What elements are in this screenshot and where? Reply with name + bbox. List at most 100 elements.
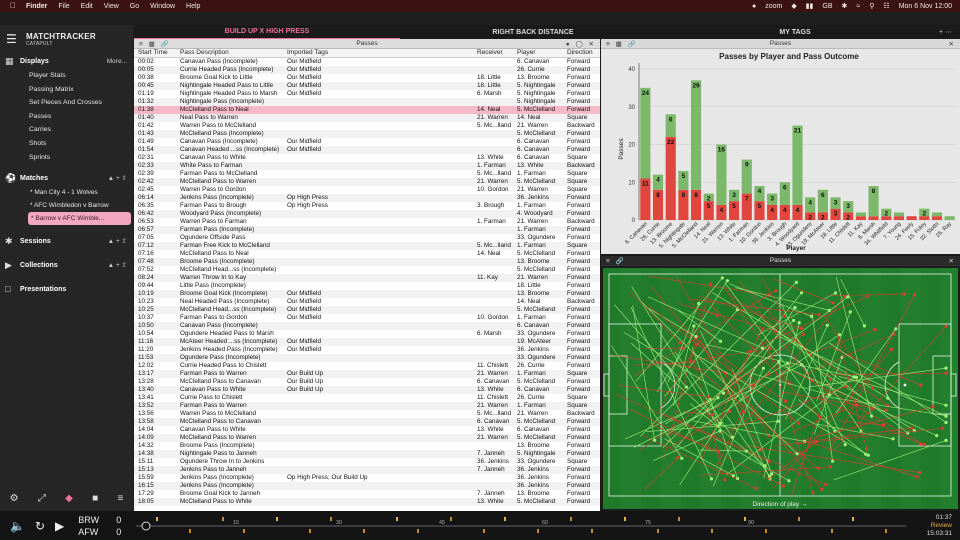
timeline-event-marker[interactable] [330, 517, 332, 521]
tab-build-up-high-press[interactable]: BUILD UP X HIGH PRESS [134, 25, 400, 39]
timeline-event-marker[interactable] [831, 529, 833, 533]
display-carries[interactable]: Carries [0, 123, 133, 137]
table-row[interactable]: 01:43 McClelland Pass (Incomplete) 5. McCl… [134, 130, 600, 138]
table-row[interactable]: 01:54 Canavan Headed ...ss (Incomplete) Ou… [134, 146, 600, 154]
timeline-event-marker[interactable] [417, 529, 419, 533]
table-row[interactable]: 13:52 Farman Pass to Warren 21. Warren 1. F… [134, 402, 600, 410]
add-tab-icon[interactable]: + ⋯ [924, 25, 960, 39]
table-row[interactable]: 01:40 Neal Pass to Warren 21. Warren 14. Ne… [134, 114, 600, 122]
search-icon[interactable]: ⚲ [869, 2, 874, 10]
menu-edit[interactable]: Edit [81, 3, 93, 10]
timeline-event-marker[interactable] [450, 517, 452, 521]
timeline-event-marker[interactable] [765, 529, 767, 533]
table-row[interactable]: 07:05 Ogundere Offside Pass 33. Ogundere Fo… [134, 234, 600, 242]
bar-complete[interactable] [893, 212, 905, 217]
timeline-event-marker[interactable] [657, 529, 659, 533]
keyboard-layout[interactable]: GB [822, 3, 832, 10]
match-item-selected[interactable]: * Barrow v AFC Wimble... [28, 212, 131, 226]
collections-actions-icon[interactable]: ▲ + ⇧ [108, 261, 127, 269]
timeline-event-marker[interactable] [363, 529, 365, 533]
table-row[interactable]: 02:39 Farman Pass to McClelland 5. Mc...ll… [134, 170, 600, 178]
table-row[interactable]: 13:58 McClelland Pass to Canavan 6. Canava… [134, 418, 600, 426]
table-row[interactable]: 07:52 McClelland Head...ss (Incomplete) 5.… [134, 266, 600, 274]
expand-icon[interactable]: ⤢ [38, 493, 46, 504]
display-passes[interactable]: Passes [0, 110, 133, 124]
timeline-event-marker[interactable] [276, 517, 278, 521]
menu-go[interactable]: Go [130, 3, 139, 10]
wifi-icon[interactable]: ≈ [856, 3, 860, 10]
pitch-panel-tools-icon[interactable]: ≡ 🔗 [606, 257, 626, 265]
table-row[interactable]: 15:59 Jenkins Pass (Incomplete) Op High Pr… [134, 474, 600, 482]
table-row[interactable]: 06:53 Warren Pass to Farman 1. Farman 21. W… [134, 218, 600, 226]
table-row[interactable]: 09:44 Little Pass (Incomplete) 18. Little F… [134, 282, 600, 290]
timeline-event-marker[interactable] [591, 529, 593, 533]
bar-complete[interactable] [690, 80, 702, 190]
collections-section[interactable]: ▶ Collections ▲ + ⇧ [0, 257, 133, 273]
timeline-event-marker[interactable] [222, 517, 224, 521]
table-row[interactable]: 10:50 Canavan Pass (Incomplete) 6. Canavan… [134, 322, 600, 330]
displays-section[interactable]: ▦ Displays More... [0, 53, 133, 69]
display-sprints[interactable]: Sprints [0, 151, 133, 165]
table-row[interactable]: 01:32 Nightingale Pass (Incomplete) 5. Nig… [134, 98, 600, 106]
col-pass-description[interactable]: Pass Description [176, 49, 283, 57]
table-row[interactable]: 01:38 McClelland Pass to Neal 14. Neal 5. M… [134, 106, 600, 114]
timeline-event-marker[interactable] [678, 517, 680, 521]
table-row[interactable]: 00:05 Currie Headed Pass (Incomplete) Our … [134, 66, 600, 74]
timeline-event-marker[interactable] [624, 517, 626, 521]
menu-window[interactable]: Window [150, 3, 175, 10]
tab-right-back-distance[interactable]: RIGHT BACK DISTANCE [400, 25, 666, 39]
settings-icon[interactable]: ⚙ [10, 493, 19, 504]
timeline-playhead[interactable] [141, 521, 151, 531]
display-passing-matrix[interactable]: Passing Matrix [0, 83, 133, 97]
bar-panel-controls-icon[interactable]: ✕ [949, 40, 956, 48]
table-row[interactable]: 10:19 Broome Goal Kick (Incomplete) Our Mi… [134, 290, 600, 298]
bar-chart[interactable]: Passes by Player and Pass Outcome Passes… [601, 49, 960, 254]
timeline-event-marker[interactable] [156, 517, 158, 521]
table-row[interactable]: 16:15 Jenkins Pass (Incomplete) 36. Jenkin… [134, 482, 600, 490]
matches-actions-icon[interactable]: ▲ + ⇧ [108, 174, 127, 182]
battery-icon[interactable]: ▮▮ [806, 2, 814, 10]
tab-my-tags[interactable]: MY TAGS [666, 25, 924, 39]
table-row[interactable]: 13:56 Warren Pass to McClelland 5. Mc...ll… [134, 410, 600, 418]
clock-text[interactable]: Mon 6 Nov 12:00 [899, 3, 952, 10]
table-row[interactable]: 07:12 Farman Free Kick to McClelland 5. Mc… [134, 242, 600, 250]
table-row[interactable]: 11:16 McAteer Headed ...ss (Incomplete) Ou… [134, 338, 600, 346]
timeline-event-marker[interactable] [711, 529, 713, 533]
timeline-event-marker[interactable] [744, 517, 746, 521]
sessions-actions-icon[interactable]: ▲ + ⇧ [108, 237, 127, 245]
table-row[interactable]: 11:53 Ogundere Pass (Incomplete) 33. Ogund… [134, 354, 600, 362]
camera-icon[interactable]: ■ [92, 493, 98, 504]
table-row[interactable]: 06:14 Jenkins Pass (Incomplete) Op High Pr… [134, 194, 600, 202]
bar-complete[interactable] [944, 216, 955, 220]
table-row[interactable]: 07:16 McClelland Pass to Neal 14. Neal 5. M… [134, 250, 600, 258]
apple-icon[interactable]:  [10, 1, 16, 10]
bar-complete[interactable] [716, 144, 727, 205]
bar-incomplete[interactable] [855, 216, 866, 220]
col-imported-tags[interactable]: Imported Tags [283, 49, 473, 57]
tag-icon[interactable]: ◆ [65, 493, 73, 504]
bar-complete[interactable] [931, 212, 943, 217]
table-row[interactable]: 02:45 Warren Pass to Gordon 10. Gordon 21. … [134, 186, 600, 194]
display-set-pieces[interactable]: Set Pieces And Crosses [0, 96, 133, 110]
table-row[interactable]: 10:54 Ogundere Headed Pass to Marsh 6. Mar… [134, 330, 600, 338]
display-player-stats[interactable]: Player Stats [0, 69, 133, 83]
col-receiver[interactable]: Receiver [473, 49, 513, 57]
table-panel-tools-icon[interactable]: ≡ ▦ 🔗 [139, 40, 171, 48]
table-row[interactable]: 13:17 Farman Pass to Warren Our Build Up 21… [134, 370, 600, 378]
table-row[interactable]: 00:38 Broome Goal Kick to Little Our Midfi… [134, 74, 600, 82]
table-row[interactable]: 07:48 Broome Pass (Incomplete) 13. Broome F… [134, 258, 600, 266]
table-row[interactable]: 02:33 White Pass to Farman 1. Farman 13. Wh… [134, 162, 600, 170]
table-row[interactable]: 06:42 Woodyard Pass (Incomplete) 4. Woodya… [134, 210, 600, 218]
col-player[interactable]: Player [513, 49, 563, 57]
table-row[interactable]: 15:13 Jenkins Pass to Janneh 7. Janneh 36. … [134, 466, 600, 474]
timeline-event-marker[interactable] [537, 529, 539, 533]
table-row[interactable]: 10:23 Neal Headed Pass (Incomplete) Our Mi… [134, 298, 600, 306]
bar-incomplete[interactable] [931, 216, 943, 220]
record-icon[interactable]: ● [752, 3, 756, 10]
table-row[interactable]: 06:35 Farman Pass to Brough Op High Press 3… [134, 202, 600, 210]
col-direction[interactable]: Direction [563, 49, 600, 57]
bar-panel-tools-icon[interactable]: ≡ ▦ 🔗 [606, 40, 638, 48]
bar-incomplete[interactable] [665, 136, 676, 220]
table-row[interactable]: 02:31 Canavan Pass to White 13. White 6. Ca… [134, 154, 600, 162]
table-row[interactable]: 01:49 Canavan Pass (Incomplete) Our Midfie… [134, 138, 600, 146]
